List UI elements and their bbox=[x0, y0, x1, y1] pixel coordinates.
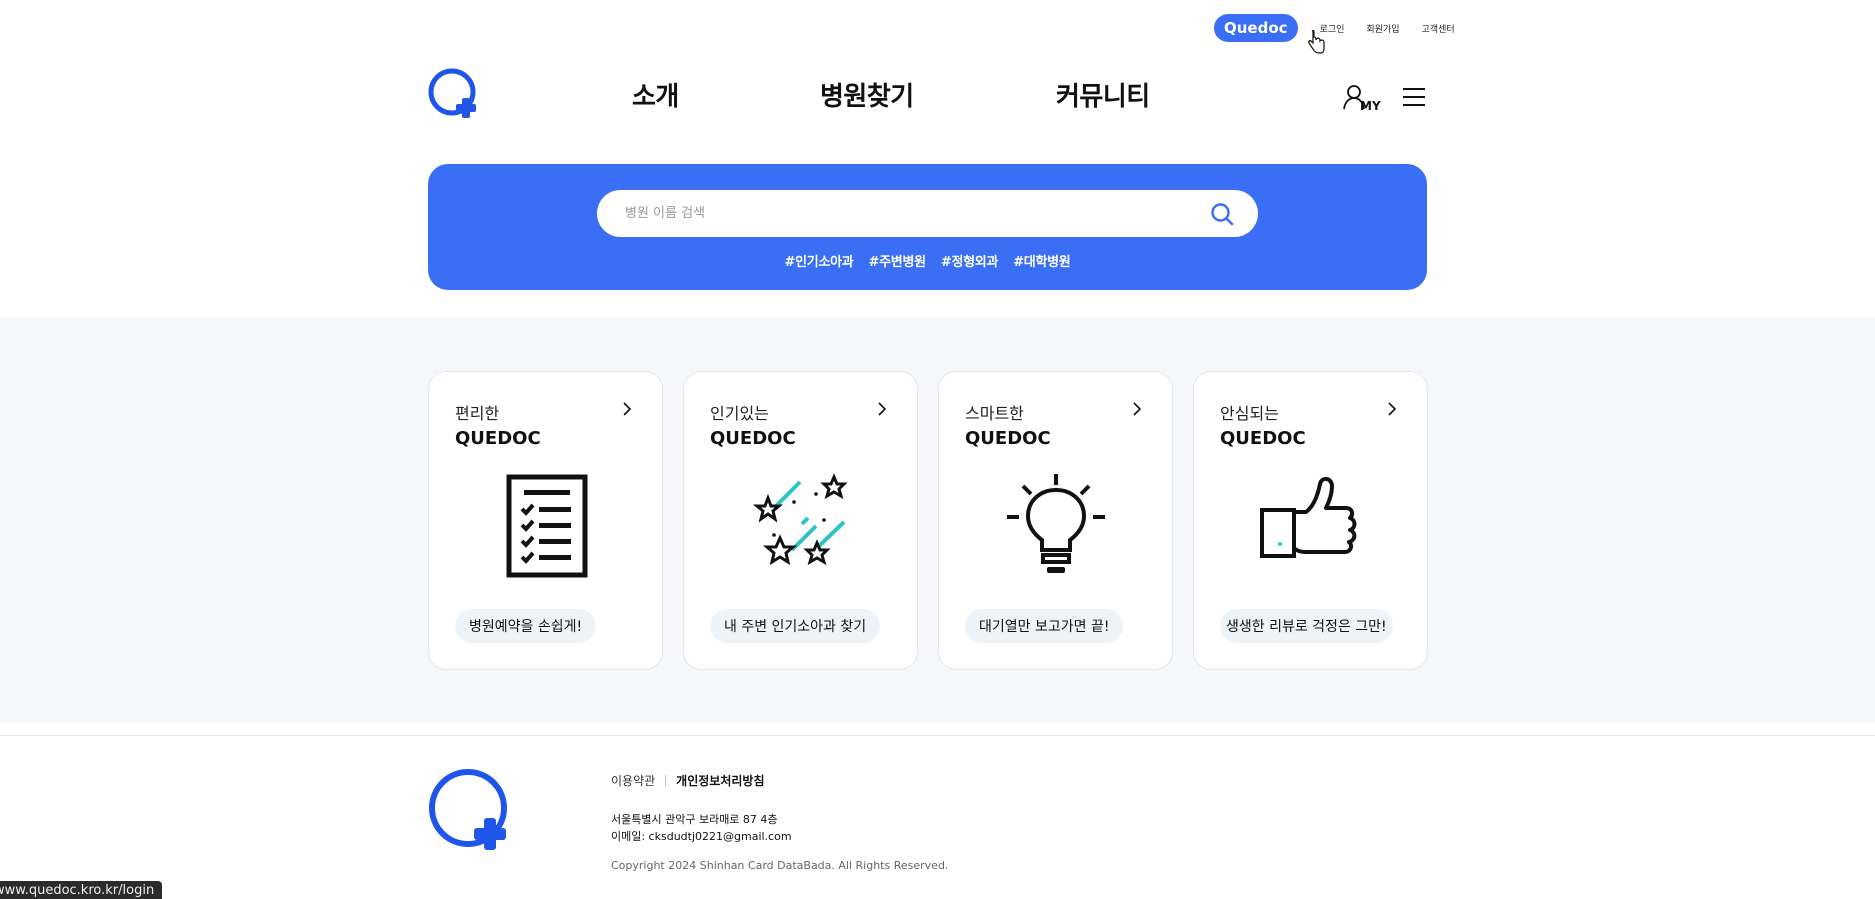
quedoc-logo-icon[interactable] bbox=[428, 68, 480, 120]
card-action-button[interactable]: 대기열만 보고가면 끝! bbox=[965, 609, 1124, 643]
hamburger-menu-icon[interactable] bbox=[1403, 88, 1425, 106]
footer-address: 서울특별시 관악구 보라매로 87 4층 bbox=[611, 813, 778, 826]
nav-item-community[interactable]: 커뮤니티 bbox=[1056, 76, 1150, 113]
search-banner: #인기소아과 #주변병원 #정형외과 #대학병원 bbox=[428, 164, 1427, 290]
signup-link[interactable]: 회원가입 bbox=[1366, 22, 1399, 35]
tag-link[interactable]: #정형외과 bbox=[941, 255, 999, 270]
lightbulb-icon bbox=[1007, 474, 1105, 573]
search-input[interactable] bbox=[625, 202, 1185, 224]
feature-card-reliable[interactable]: 안심되는 QUEDOC 생생한 리뷰로 걱정은 그만! bbox=[1193, 371, 1428, 670]
quedoc-footer-logo-icon bbox=[429, 769, 507, 850]
card-subtitle: 편리한 bbox=[455, 404, 500, 423]
chevron-right-icon bbox=[1388, 402, 1397, 416]
footer-email: 이메일: cksdudtj0221@gmail.com bbox=[611, 830, 792, 843]
popular-tags: #인기소아과 #주변병원 #정형외과 #대학병원 bbox=[428, 251, 1427, 270]
feature-card-convenient[interactable]: 편리한 QUEDOC 병원예약을 손쉽게! bbox=[428, 371, 663, 670]
footer-copyright: Copyright 2024 Shinhan Card DataBada. Al… bbox=[611, 859, 949, 872]
card-title: QUEDOC bbox=[965, 428, 1051, 449]
nav-item-intro[interactable]: 소개 bbox=[632, 76, 679, 113]
chevron-right-icon bbox=[878, 402, 887, 416]
tag-link[interactable]: #대학병원 bbox=[1013, 255, 1071, 270]
chevron-right-icon bbox=[623, 402, 632, 416]
hand-cursor-icon bbox=[1308, 30, 1325, 54]
footer-contact: 서울특별시 관악구 보라매로 87 4층 이메일: cksdudtj0221@g… bbox=[611, 811, 792, 845]
support-link[interactable]: 고객센터 bbox=[1422, 22, 1455, 35]
terms-link[interactable]: 이용약관 bbox=[611, 772, 655, 789]
tag-link[interactable]: #인기소아과 bbox=[785, 255, 854, 270]
brand-pill[interactable]: Quedoc bbox=[1214, 14, 1298, 42]
tag-link[interactable]: #주변병원 bbox=[869, 255, 927, 270]
card-action-button[interactable]: 병원예약을 손쉽게! bbox=[455, 609, 597, 643]
checklist-icon bbox=[506, 474, 588, 578]
card-subtitle: 안심되는 bbox=[1220, 404, 1279, 423]
user-icon: MY bbox=[1343, 85, 1381, 113]
card-subtitle: 인기있는 bbox=[710, 404, 769, 423]
chevron-right-icon bbox=[1133, 402, 1142, 416]
search-box bbox=[597, 190, 1258, 237]
utility-bar: Quedoc 로그인 회원가입 고객센터 bbox=[1214, 14, 1455, 42]
card-subtitle: 스마트한 bbox=[965, 404, 1024, 423]
card-title: QUEDOC bbox=[455, 428, 541, 449]
footer-divider bbox=[0, 735, 1875, 736]
footer-links: 이용약관 개인정보처리방침 bbox=[611, 772, 765, 789]
feature-card-smart[interactable]: 스마트한 QUEDOC 대기열만 보고가면 끝! bbox=[938, 371, 1173, 670]
shooting-stars-icon bbox=[752, 473, 848, 566]
card-title: QUEDOC bbox=[1220, 428, 1306, 449]
my-label: MY bbox=[1360, 99, 1381, 112]
nav-item-hospital-search[interactable]: 병원찾기 bbox=[820, 76, 914, 113]
status-bar-url: www.quedoc.kro.kr/login bbox=[0, 881, 163, 899]
my-page-button[interactable]: MY bbox=[1343, 84, 1383, 113]
card-action-button[interactable]: 내 주변 인기소아과 찾기 bbox=[710, 609, 881, 643]
status-url-text: www.quedoc.kro.kr/login bbox=[0, 882, 155, 898]
search-icon[interactable] bbox=[1210, 202, 1234, 226]
card-title: QUEDOC bbox=[710, 428, 796, 449]
feature-card-popular[interactable]: 인기있는 QUEDOC 내 주변 인기소아과 찾기 bbox=[683, 371, 918, 670]
privacy-link[interactable]: 개인정보처리방침 bbox=[676, 772, 764, 789]
link-separator bbox=[665, 774, 667, 787]
card-action-button[interactable]: 생생한 리뷰로 걱정은 그만! bbox=[1220, 609, 1393, 643]
feature-section: 편리한 QUEDOC 병원예약을 손쉽게! 인기있는 QUEDOC 내 주변 인… bbox=[0, 317, 1875, 723]
page: Quedoc 로그인 회원가입 고객센터 소개 병원찾기 커뮤니티 MY 병원 … bbox=[0, 0, 1875, 899]
thumbs-up-icon bbox=[1260, 477, 1357, 558]
